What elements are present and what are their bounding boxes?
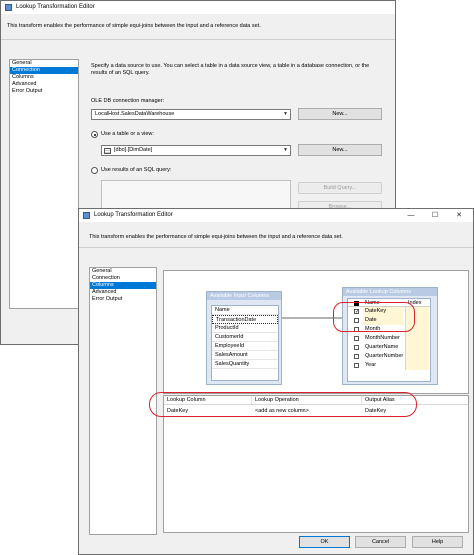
table-icon: [104, 148, 111, 154]
lookup-column-index: [405, 361, 429, 370]
page-item-columns[interactable]: Columns: [10, 74, 78, 81]
table-select[interactable]: [dbo].[DimDate] ▼: [101, 145, 291, 156]
dropdown-arrow-icon: ▼: [283, 147, 288, 153]
divider: [79, 247, 473, 248]
lookup-column-name: QuarterName: [365, 344, 399, 350]
lookup-column-row[interactable]: QuarterName: [348, 343, 430, 352]
lookup-column-row[interactable]: Year: [348, 361, 430, 370]
checkbox-icon[interactable]: [354, 336, 359, 341]
maximize-icon[interactable]: ☐: [423, 209, 447, 222]
use-table-radio[interactable]: [91, 131, 98, 138]
table-value: [dbo].[DimDate]: [114, 147, 153, 153]
lookup-column-index: [405, 352, 429, 361]
dialog-description: This transform enables the performance o…: [7, 23, 261, 29]
lookup-table-title: Available Lookup Columns: [343, 288, 437, 296]
checkbox-icon[interactable]: [354, 345, 359, 350]
connection-manager-label: OLE DB connection manager:: [91, 98, 165, 104]
lookup-column-index: [405, 334, 429, 343]
lookup-column-name: Year: [365, 362, 377, 368]
page-item-general[interactable]: General: [10, 60, 78, 67]
page-item-error-output[interactable]: Error Output: [10, 88, 78, 95]
use-sql-radio[interactable]: [91, 167, 98, 174]
title-bar: Lookup Transformation Editor: [1, 1, 395, 14]
instructions-text: Specify a data source to use. You can se…: [91, 63, 370, 76]
use-table-label: Use a table or a view:: [101, 131, 154, 137]
front-dialog: Lookup Transformation Editor — ☐ ✕ This …: [78, 208, 474, 555]
page-item-error-output[interactable]: Error Output: [90, 296, 156, 303]
lookup-column-index: [405, 343, 429, 352]
lookup-column-row[interactable]: MonthNumber: [348, 334, 430, 343]
cancel-button[interactable]: Cancel: [355, 536, 406, 548]
connection-manager-value: LocalHost.SalesDataWarehouse: [95, 111, 175, 117]
lookup-column-name: MonthNumber: [365, 335, 400, 341]
lookup-column-name: QuarterNumber: [365, 353, 404, 359]
new-table-button[interactable]: New...: [298, 144, 382, 156]
page-item-advanced[interactable]: Advanced: [90, 289, 156, 296]
checkbox-icon[interactable]: [354, 363, 359, 368]
dropdown-arrow-icon: ▼: [283, 111, 288, 117]
page-item-columns[interactable]: Columns: [90, 282, 156, 289]
checkbox-icon[interactable]: [354, 354, 359, 359]
window-title: Lookup Transformation Editor: [94, 212, 173, 218]
highlight-grid-row: [149, 392, 417, 417]
page-item-connection[interactable]: Connection: [90, 275, 156, 282]
help-button[interactable]: Help: [412, 536, 463, 548]
dialog-description: This transform enables the performance o…: [89, 234, 343, 240]
page-item-general[interactable]: General: [90, 268, 156, 275]
page-item-advanced[interactable]: Advanced: [10, 81, 78, 88]
divider: [1, 39, 395, 40]
lookup-column-row[interactable]: QuarterNumber: [348, 352, 430, 361]
close-icon[interactable]: ✕: [447, 209, 471, 222]
use-sql-label: Use results of an SQL query:: [101, 167, 172, 173]
new-connection-button[interactable]: New...: [298, 108, 382, 120]
ok-button[interactable]: OK: [299, 536, 350, 548]
connection-manager-select[interactable]: LocalHost.SalesDataWarehouse ▼: [91, 109, 291, 120]
page-list[interactable]: General Connection Columns Advanced Erro…: [89, 267, 157, 535]
page-list[interactable]: General Connection Columns Advanced Erro…: [9, 59, 79, 309]
window-title: Lookup Transformation Editor: [16, 4, 95, 10]
app-icon: [83, 212, 90, 219]
app-icon: [5, 4, 12, 11]
column-mapping-canvas[interactable]: Available Input Columns Name Transaction…: [163, 270, 469, 394]
highlight-lookup-columns: [333, 302, 415, 332]
page-item-connection[interactable]: Connection: [10, 67, 78, 74]
title-bar: Lookup Transformation Editor — ☐ ✕: [79, 209, 473, 222]
build-query-button[interactable]: Build Query...: [298, 182, 382, 194]
minimize-icon[interactable]: —: [399, 209, 423, 222]
